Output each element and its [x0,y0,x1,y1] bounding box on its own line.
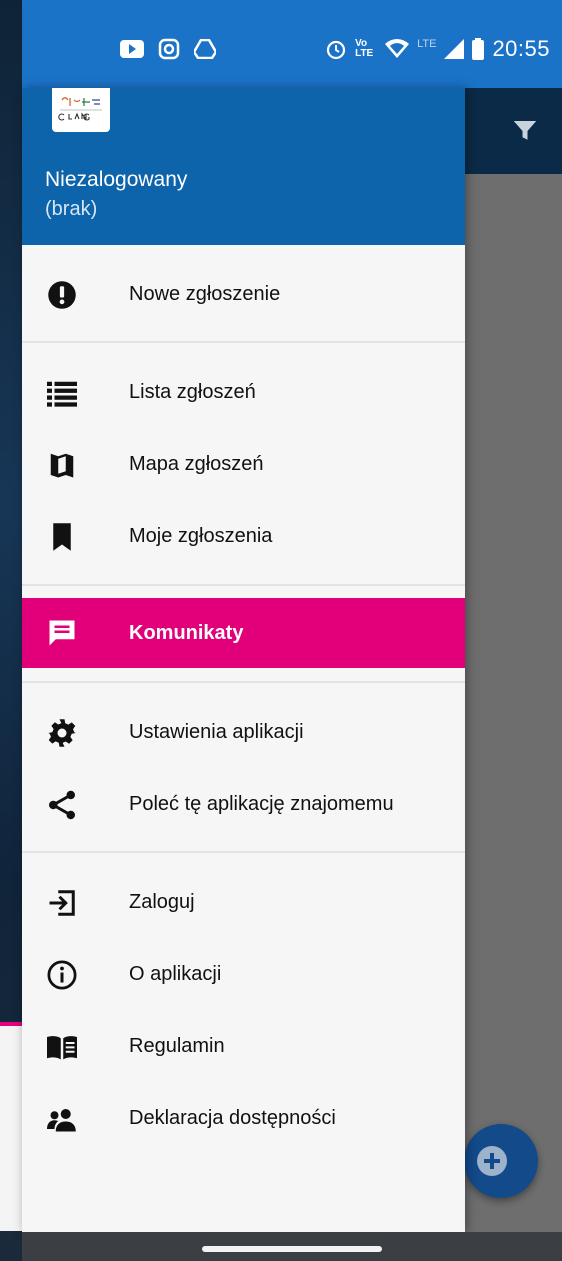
menu-item-label: Zaloguj [129,890,195,913]
menu-item-announcements[interactable]: Komunikaty [22,598,465,668]
background-card [0,1026,22,1231]
user-account: (brak) [45,198,98,220]
menu-item-label: Poleć tę aplikację znajomemu [129,792,394,815]
menu-item-new-report[interactable]: Nowe zgłoszenie [22,258,465,330]
info-icon [47,960,77,990]
divider [22,584,465,586]
signal-icon [444,39,465,59]
menu-item-label: Komunikaty [129,621,244,644]
menu-item-label: Ustawienia aplikacji [129,720,304,743]
menu-item-report-map[interactable]: Mapa zgłoszeń [22,428,465,500]
lte-icon: LTE [417,38,437,50]
book-icon [47,1036,77,1060]
divider [22,681,465,683]
add-report-fab[interactable] [464,1124,538,1198]
menu-item-about[interactable]: O aplikacji [22,938,465,1010]
add-icon [477,1146,507,1176]
login-icon [49,890,75,916]
menu-item-terms[interactable]: Regulamin [22,1010,465,1082]
menu-item-label: Moje zgłoszenia [129,524,273,547]
menu-item-label: Lista zgłoszeń [129,380,256,403]
youtube-icon [120,40,144,58]
instagram-icon [158,38,180,60]
status-time: 20:55 [492,36,550,61]
menu-item-accessibility[interactable]: Deklaracja dostępności [22,1082,465,1154]
app-logo [52,88,110,132]
bookmark-icon [53,523,71,551]
alarm-icon [326,40,346,60]
menu-item-login[interactable]: Zaloguj [22,866,465,938]
list-icon [47,381,77,407]
drawer-header: Niezalogowany (brak) [22,88,465,245]
home-gesture-handle[interactable] [202,1246,382,1252]
system-navigation-bar [22,1232,562,1261]
volte-icon: Vo LTE [355,38,374,59]
gear-icon [48,719,76,747]
alert-circle-icon [48,281,76,309]
people-icon [47,1109,76,1132]
background-app-edge [0,0,22,1261]
menu-item-label: Mapa zgłoszeń [129,452,264,475]
menu-item-label: Regulamin [129,1034,225,1057]
divider [22,341,465,343]
wifi-icon [385,39,410,58]
menu-item-report-list[interactable]: Lista zgłoszeń [22,356,465,428]
menu-item-app-settings[interactable]: Ustawienia aplikacji [22,696,465,768]
menu-item-share-app[interactable]: Poleć tę aplikację znajomemu [22,768,465,840]
filter-icon[interactable] [510,116,540,146]
message-icon [49,620,75,646]
menu-item-label: O aplikacji [129,962,222,985]
map-icon [50,453,74,478]
status-bar: Vo LTE LTE 20:55 [22,0,562,88]
drive-icon [194,39,216,59]
divider [22,851,465,853]
navigation-drawer: Niezalogowany (brak) Nowe zgłoszenie Lis… [22,88,465,1232]
battery-icon [472,38,485,60]
user-name: Niezalogowany [45,168,188,191]
menu-item-label: Deklaracja dostępności [129,1106,336,1129]
share-icon [49,790,75,820]
menu-item-my-reports[interactable]: Moje zgłoszenia [22,500,465,572]
menu-item-label: Nowe zgłoszenie [129,282,281,305]
